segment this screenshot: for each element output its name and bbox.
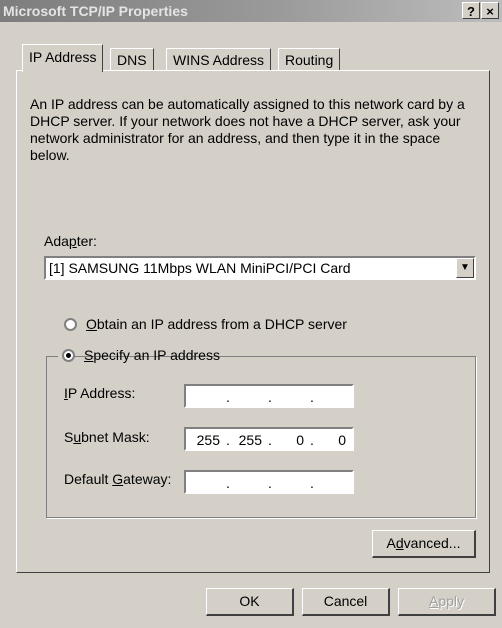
adapter-selected-value: [1] SAMSUNG 11Mbps WLAN MiniPCI/PCI Card — [49, 260, 351, 276]
help-icon: ? — [467, 4, 475, 19]
tab-label: Routing — [285, 52, 334, 68]
subnet-mask-field[interactable]: 255 . 255 . 0 . 0 — [184, 427, 354, 451]
specify-ip-label[interactable]: Specify an IP address — [84, 347, 220, 363]
octet-separator: . — [226, 475, 230, 491]
close-button[interactable]: × — [481, 2, 499, 19]
specify-ip-radio[interactable] — [62, 349, 75, 362]
cancel-button[interactable]: Cancel — [302, 588, 390, 616]
default-gateway-label: Default Gateway: — [64, 471, 172, 487]
tab-strip: IP Address DNS WINS Address Routing — [0, 40, 502, 72]
octet-separator: . — [268, 432, 272, 448]
dropdown-button[interactable]: ▼ — [456, 258, 474, 278]
chevron-down-icon: ▼ — [460, 262, 470, 273]
title-bar: Microsoft TCP/IP Properties ? × — [0, 0, 502, 22]
ip-address-label: IP Address: — [64, 385, 136, 401]
octet-separator: . — [310, 432, 314, 448]
obtain-dhcp-label[interactable]: Obtain an IP address from a DHCP server — [86, 316, 347, 332]
tab-label: IP Address — [29, 49, 97, 65]
ok-button[interactable]: OK — [206, 588, 294, 616]
tab-dns[interactable]: DNS — [110, 48, 154, 70]
advanced-button[interactable]: Advanced... — [372, 530, 476, 558]
tab-wins-address[interactable]: WINS Address — [166, 48, 272, 70]
description-text: An IP address can be automatically assig… — [30, 96, 465, 163]
octet-separator: . — [268, 389, 272, 405]
octet-separator: . — [226, 432, 230, 448]
radio-dot — [66, 353, 71, 358]
tab-ip-address[interactable]: IP Address — [22, 44, 104, 72]
octet-separator: . — [268, 475, 272, 491]
subnet-octet-3[interactable]: 0 — [274, 431, 304, 449]
adapter-label: Adapter: — [44, 233, 97, 249]
octet-separator: . — [310, 389, 314, 405]
tab-routing[interactable]: Routing — [278, 48, 341, 70]
subnet-octet-1[interactable]: 255 — [190, 431, 220, 449]
window-title: Microsoft TCP/IP Properties — [3, 3, 188, 19]
octet-separator: . — [226, 389, 230, 405]
tab-label: DNS — [117, 52, 147, 68]
tab-label: WINS Address — [173, 52, 265, 68]
octet-separator: . — [310, 475, 314, 491]
subnet-octet-4[interactable]: 0 — [316, 431, 346, 449]
ip-address-field[interactable]: . . . — [184, 384, 354, 408]
specify-ip-legend: Specify an IP address — [58, 346, 220, 366]
obtain-dhcp-radio[interactable] — [64, 318, 77, 331]
subnet-mask-label: Subnet Mask: — [64, 429, 150, 445]
close-icon: × — [486, 4, 494, 19]
default-gateway-field[interactable]: . . . — [184, 470, 354, 494]
help-button[interactable]: ? — [462, 2, 480, 19]
adapter-select[interactable]: [1] SAMSUNG 11Mbps WLAN MiniPCI/PCI Card… — [44, 256, 476, 280]
subnet-octet-2[interactable]: 255 — [232, 431, 262, 449]
apply-button: Apply — [398, 588, 496, 616]
